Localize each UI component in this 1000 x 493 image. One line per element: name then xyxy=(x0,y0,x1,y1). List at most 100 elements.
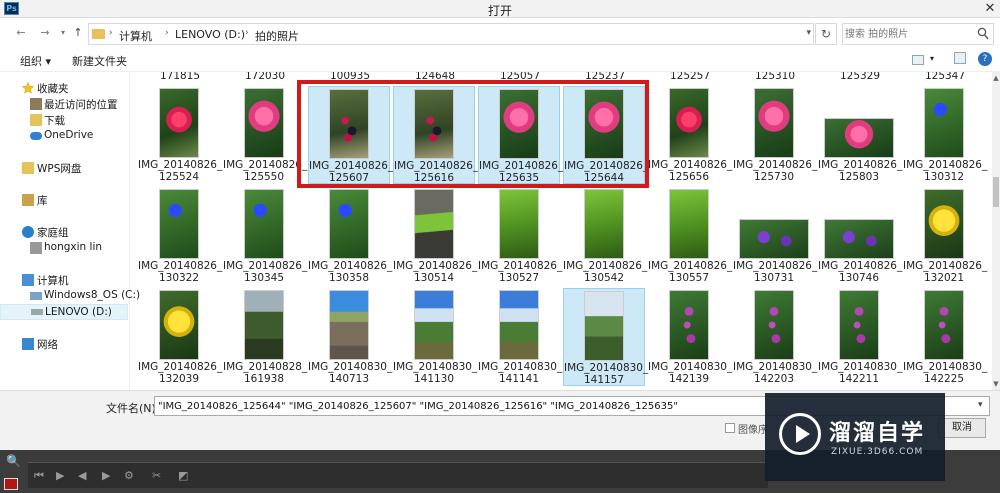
file-tile[interactable]: IMG_20140826_ 125730 xyxy=(733,86,817,184)
file-tile[interactable]: IMG_20140826_ 125616 xyxy=(393,86,478,184)
nav-user[interactable]: hongxin lin xyxy=(0,240,128,256)
file-tile[interactable]: IMG_20140826_ 132021 xyxy=(903,187,987,285)
scissors-icon[interactable]: ✂ xyxy=(152,469,161,482)
vertical-scrollbar[interactable]: ▲ ▼ xyxy=(992,72,1000,390)
file-tile[interactable]: IMG_20140826_ 130731 xyxy=(733,187,817,285)
close-icon[interactable]: ✕ xyxy=(982,1,998,16)
image-sequence-checkbox[interactable] xyxy=(725,423,735,433)
file-name[interactable]: 172030 xyxy=(222,72,308,82)
image-thumbnail xyxy=(824,219,894,259)
crumb-separator-icon: › xyxy=(109,28,113,38)
file-tile[interactable]: IMG_20140826_ 130345 xyxy=(223,187,307,285)
file-tile[interactable]: IMG_20140830_ 142203 xyxy=(733,288,817,386)
crumb-folder[interactable]: 拍的照片 xyxy=(255,28,299,44)
crumb-computer[interactable]: 计算机 xyxy=(119,28,152,44)
file-tile[interactable]: IMG_20140826_ 125607 xyxy=(308,86,393,184)
file-name[interactable]: 125329 xyxy=(817,72,903,82)
zoom-icon[interactable]: 🔍 xyxy=(6,454,21,468)
cancel-button[interactable]: 取消 xyxy=(938,418,986,438)
image-thumbnail xyxy=(584,189,624,259)
file-tile[interactable]: IMG_20140826_ 125803 xyxy=(818,86,902,184)
address-path[interactable]: › 计算机 › LENOVO (D:) › 拍的照片 ▾ xyxy=(88,23,814,45)
search-input[interactable] xyxy=(845,26,971,42)
prev-frame-icon[interactable]: ◀ xyxy=(78,469,86,482)
file-tile[interactable]: IMG_20140826_ 130527 xyxy=(478,187,562,285)
file-tile[interactable]: IMG_20140830_ 141157 xyxy=(563,288,648,386)
file-tile[interactable]: IMG_20140826_ 125644 xyxy=(563,86,649,184)
file-tile[interactable]: IMG_20140826_ 125656 xyxy=(648,86,732,184)
color-swatch-icon[interactable] xyxy=(4,478,18,490)
nav-onedrive[interactable]: OneDrive xyxy=(0,128,128,144)
file-tile[interactable]: IMG_20140826_ 125550 xyxy=(223,86,307,184)
chevron-down-icon[interactable]: ▾ xyxy=(930,54,934,63)
file-tile[interactable]: IMG_20140830_ 140713 xyxy=(308,288,392,386)
nav-favorites[interactable]: 收藏夹 xyxy=(0,80,128,96)
back-arrow-icon[interactable]: ← xyxy=(14,26,28,40)
file-tile[interactable]: IMG_20140826_ 130514 xyxy=(393,187,477,285)
file-name[interactable]: 125347 xyxy=(902,72,988,82)
first-frame-icon[interactable]: ⏮ xyxy=(34,469,44,483)
nav-label: LENOVO (D:) xyxy=(45,306,112,318)
nav-downloads[interactable]: 下载 xyxy=(0,112,128,128)
file-tile[interactable]: IMG_20140826_ 130358 xyxy=(308,187,392,285)
play-icon[interactable]: ▶ xyxy=(56,469,64,482)
file-name-line2: 130358 xyxy=(328,272,370,284)
chevron-down-icon[interactable]: ▾ xyxy=(978,400,983,410)
file-name[interactable]: 125057 xyxy=(477,72,563,82)
file-tile[interactable]: IMG_20140826_ 130746 xyxy=(818,187,902,285)
file-name-line1: IMG_20140826_ xyxy=(648,260,733,272)
image-thumbnail xyxy=(584,291,624,361)
nav-recent[interactable]: 最近访问的位置 xyxy=(0,96,128,112)
nav-wps[interactable]: WPS网盘 xyxy=(0,160,128,176)
scroll-up-icon[interactable]: ▲ xyxy=(992,74,1000,82)
scroll-down-icon[interactable]: ▼ xyxy=(992,380,1000,388)
file-tile[interactable]: IMG_20140826_ 132039 xyxy=(138,288,222,386)
new-folder-button[interactable]: 新建文件夹 xyxy=(72,53,127,69)
file-tile[interactable]: IMG_20140826_ 125524 xyxy=(138,86,222,184)
file-name[interactable]: 125310 xyxy=(732,72,818,82)
nav-network[interactable]: 网络 xyxy=(0,336,128,352)
file-tile[interactable]: IMG_20140826_ 130542 xyxy=(563,187,647,285)
help-icon[interactable]: ? xyxy=(978,52,992,66)
file-name-line1: IMG_20140830_ xyxy=(393,361,478,373)
file-tile[interactable]: IMG_20140830_ 141130 xyxy=(393,288,478,386)
file-tile[interactable]: IMG_20140828_ 161938 xyxy=(223,288,307,386)
file-tile[interactable]: IMG_20140826_ 130312 xyxy=(903,86,987,184)
open-dialog: Ps 打开 ✕ ← → ▾ ↑ › 计算机 › LENOVO (D:) › 拍的… xyxy=(0,0,1000,450)
file-tile[interactable]: IMG_20140830_ 142139 xyxy=(648,288,732,386)
next-frame-icon[interactable]: ▶ xyxy=(102,469,110,482)
nav-drive-c[interactable]: Windows8_OS (C:) xyxy=(0,288,140,304)
organize-button[interactable]: 组织 ▾ xyxy=(20,53,51,69)
nav-drive-d[interactable]: LENOVO (D:) xyxy=(0,304,128,320)
file-tile[interactable]: IMG_20140830_ 142211 xyxy=(818,288,902,386)
recent-dropdown-icon[interactable]: ▾ xyxy=(56,26,70,40)
preview-pane-icon[interactable] xyxy=(954,52,966,64)
transition-icon[interactable]: ◩ xyxy=(178,469,188,482)
file-tile[interactable]: IMG_20140830_ 142225 xyxy=(903,288,987,386)
chevron-down-icon[interactable]: ▾ xyxy=(806,28,811,38)
settings-icon[interactable]: ⚙ xyxy=(124,469,134,482)
up-arrow-icon[interactable]: ↑ xyxy=(71,26,85,40)
file-name[interactable]: 124648 xyxy=(392,72,478,82)
refresh-button[interactable]: ↻ xyxy=(815,23,837,45)
file-name-line2: 142203 xyxy=(753,373,795,385)
file-tile[interactable]: IMG_20140826_ 125635 xyxy=(478,86,563,184)
scrollbar-thumb[interactable] xyxy=(993,177,999,207)
forward-arrow-icon[interactable]: → xyxy=(38,26,52,40)
file-name[interactable]: 125237 xyxy=(562,72,648,82)
crumb-drive[interactable]: LENOVO (D:) xyxy=(175,28,245,41)
file-name[interactable]: 100935 xyxy=(307,72,393,82)
file-name-line2: 130746 xyxy=(838,272,880,284)
view-options-icon[interactable] xyxy=(912,55,924,65)
nav-homegroup[interactable]: 家庭组 xyxy=(0,224,128,240)
nav-library[interactable]: 库 xyxy=(0,192,128,208)
file-tile[interactable]: IMG_20140830_ 141141 xyxy=(478,288,562,386)
file-tile[interactable]: IMG_20140826_ 130557 xyxy=(648,187,733,285)
crumb-separator-icon: › xyxy=(245,28,249,38)
search-box[interactable] xyxy=(842,23,994,45)
file-name[interactable]: 125257 xyxy=(647,72,733,82)
file-tile[interactable]: IMG_20140826_ 130322 xyxy=(138,187,222,285)
file-name[interactable]: 171815 xyxy=(137,72,223,82)
file-name-line1: IMG_20140826_ xyxy=(564,160,649,172)
nav-computer[interactable]: 计算机 xyxy=(0,272,128,288)
